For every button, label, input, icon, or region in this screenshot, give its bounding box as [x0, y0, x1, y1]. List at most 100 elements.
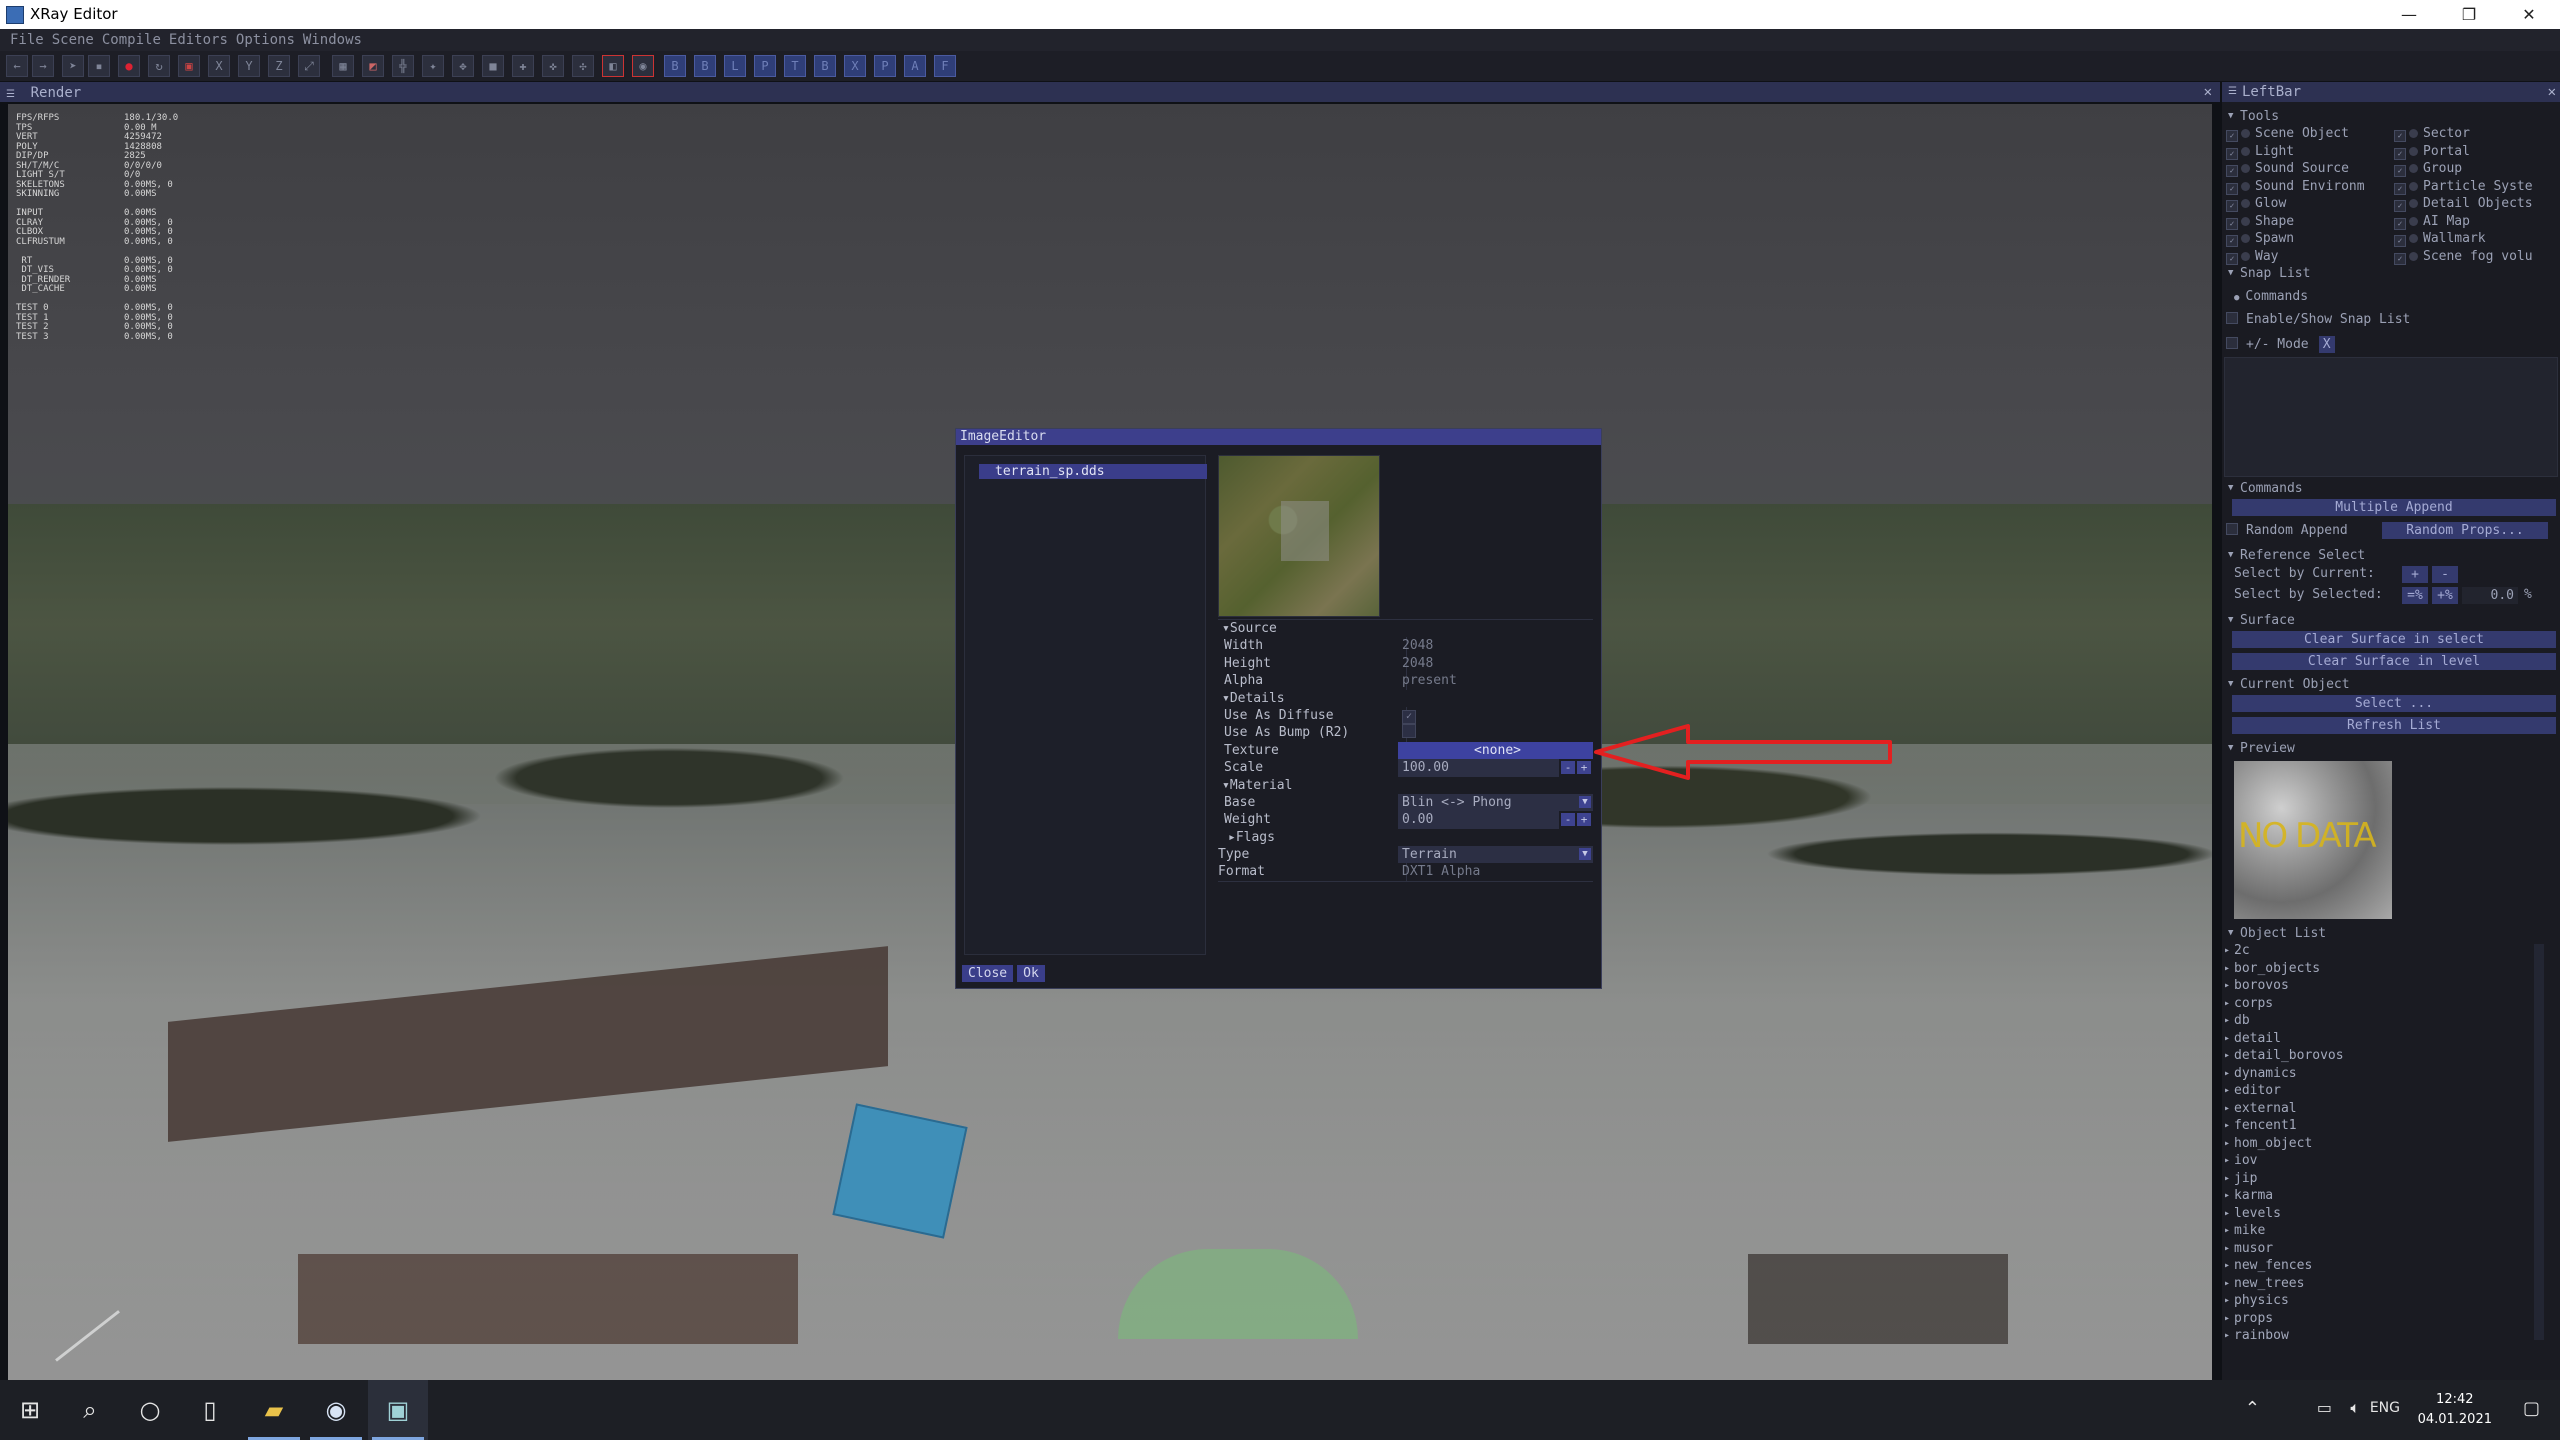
- close-button[interactable]: ✕: [2500, 0, 2558, 29]
- search-icon[interactable]: ⌕: [60, 1380, 120, 1440]
- radio-icon[interactable]: [2409, 164, 2418, 173]
- object-list-item[interactable]: borovos: [2224, 977, 2544, 995]
- panel-menu-icon[interactable]: ☰: [2228, 82, 2237, 102]
- tray-chevron-up-icon[interactable]: ⌃: [2245, 1398, 2260, 1419]
- section-details[interactable]: ▾Details: [1218, 690, 1285, 707]
- object-list-item[interactable]: jip: [2224, 1170, 2544, 1188]
- menu-compile[interactable]: Compile: [98, 29, 165, 51]
- xray-editor-task-icon[interactable]: ▣: [368, 1380, 428, 1440]
- tool-item[interactable]: ✓ Glow: [2226, 195, 2286, 212]
- object-list-item[interactable]: fencent1: [2224, 1117, 2544, 1135]
- enable-snap-checkbox[interactable]: Enable/Show Snap List: [2222, 311, 2560, 328]
- volume-icon[interactable]: 🔈︎: [2350, 1398, 2360, 1418]
- axis-x-icon[interactable]: X: [208, 55, 230, 77]
- checkbox-icon[interactable]: ✓: [2394, 130, 2406, 142]
- radio-icon[interactable]: [2409, 234, 2418, 243]
- checkbox-icon[interactable]: ✓: [2226, 130, 2238, 142]
- checkbox-icon[interactable]: ✓: [2226, 147, 2238, 160]
- random-props-button[interactable]: Random Props...: [2382, 522, 2548, 539]
- task-view-icon[interactable]: ▯: [180, 1380, 240, 1440]
- object-list-item[interactable]: hom_object: [2224, 1135, 2544, 1153]
- scale-icon[interactable]: ▣: [178, 55, 200, 77]
- menu-scene[interactable]: Scene: [48, 29, 98, 51]
- object-list-item[interactable]: physics: [2224, 1292, 2544, 1310]
- image-file-item[interactable]: terrain_sp.dds: [979, 464, 1207, 479]
- commands-radio[interactable]: ● Commands: [2222, 288, 2560, 307]
- checkbox-icon[interactable]: ✓: [2226, 182, 2238, 195]
- use-bump-checkbox[interactable]: [1402, 724, 1416, 739]
- use-diffuse-checkbox[interactable]: ✓: [1402, 709, 1416, 724]
- radio-icon[interactable]: [2241, 234, 2250, 243]
- toolbar-a-button[interactable]: A: [904, 55, 926, 77]
- pan-icon[interactable]: ✜: [542, 55, 564, 77]
- snap-object-icon[interactable]: ◩: [362, 55, 384, 77]
- toolbar-x-button[interactable]: X: [844, 55, 866, 77]
- ok-button[interactable]: Ok: [1017, 965, 1045, 982]
- radio-icon[interactable]: [2241, 181, 2250, 191]
- select-pct-minus-button[interactable]: =%: [2402, 587, 2428, 604]
- tool-item[interactable]: ✓ Light: [2226, 143, 2294, 160]
- section-object-list[interactable]: Object List: [2222, 925, 2560, 942]
- tool-item[interactable]: ✓ Way: [2226, 248, 2278, 265]
- checkbox-icon[interactable]: ✓: [2394, 235, 2406, 247]
- scale-plus-button[interactable]: +: [1577, 761, 1591, 775]
- radio-icon[interactable]: [2409, 146, 2418, 156]
- object-list-item[interactable]: db: [2224, 1012, 2544, 1030]
- scale-input[interactable]: 100.00: [1398, 759, 1559, 777]
- object-list-item[interactable]: new_fences: [2224, 1257, 2544, 1275]
- tool-item[interactable]: ✓ Detail Objects: [2394, 195, 2533, 212]
- menu-options[interactable]: Options: [232, 29, 299, 51]
- object-list-item[interactable]: karma: [2224, 1187, 2544, 1205]
- checkbox-icon[interactable]: ✓: [2394, 200, 2406, 212]
- section-flags[interactable]: ▸Flags: [1218, 829, 1275, 846]
- radio-icon[interactable]: [2241, 146, 2250, 156]
- select-current-minus-button[interactable]: -: [2432, 566, 2458, 583]
- file-explorer-icon[interactable]: ▰: [244, 1380, 304, 1440]
- snap-move-icon[interactable]: ✥: [452, 55, 474, 77]
- axis-z-icon[interactable]: Z: [268, 55, 290, 77]
- object-list-item[interactable]: external: [2224, 1100, 2544, 1118]
- clock[interactable]: 12:42 04.01.2021: [2418, 1390, 2492, 1430]
- checkbox-icon[interactable]: ✓: [2394, 217, 2406, 230]
- toolbar-b3-button[interactable]: B: [814, 55, 836, 77]
- tool-item[interactable]: ✓ Spawn: [2226, 230, 2294, 247]
- object-list-item[interactable]: detail_borovos: [2224, 1047, 2544, 1065]
- section-preview[interactable]: Preview: [2222, 740, 2560, 757]
- tool-item[interactable]: ✓ Shape: [2226, 213, 2294, 230]
- select-object-button[interactable]: Select ...: [2232, 695, 2556, 712]
- radio-icon[interactable]: [2409, 251, 2418, 261]
- chevron-down-icon[interactable]: ▼: [1579, 795, 1591, 808]
- radio-icon[interactable]: [2409, 199, 2418, 208]
- section-surface[interactable]: Surface: [2222, 612, 2560, 629]
- tool-item[interactable]: ✓ Group: [2394, 160, 2462, 177]
- tool-item[interactable]: ✓ Scene Object: [2226, 125, 2349, 142]
- tool-item[interactable]: ✓ Particle Syste: [2394, 178, 2533, 195]
- section-commands[interactable]: Commands: [2222, 480, 2560, 497]
- radio-icon[interactable]: [2241, 164, 2250, 173]
- rotate-icon[interactable]: ↻: [148, 55, 170, 77]
- radio-icon[interactable]: [2409, 181, 2418, 191]
- cube-icon[interactable]: ■: [482, 55, 504, 77]
- random-append-checkbox[interactable]: [2226, 523, 2238, 535]
- clear-surface-select-button[interactable]: Clear Surface in select: [2232, 631, 2556, 648]
- mode-checkbox[interactable]: [2226, 337, 2238, 349]
- section-snap-list[interactable]: Snap List: [2222, 265, 2560, 282]
- tool-item[interactable]: ✓ Sound Environm: [2226, 178, 2365, 195]
- object-list-item[interactable]: detail: [2224, 1030, 2544, 1048]
- tool-item[interactable]: ✓ Sound Source: [2226, 160, 2349, 177]
- toolbar-b2-button[interactable]: B: [694, 55, 716, 77]
- radio-icon[interactable]: [2409, 129, 2418, 138]
- tool-item[interactable]: ✓ Scene fog volu: [2394, 248, 2533, 265]
- radio-icon[interactable]: [2241, 129, 2250, 138]
- weight-plus-button[interactable]: +: [1577, 813, 1591, 827]
- object-list-item[interactable]: levels: [2224, 1205, 2544, 1223]
- checkbox-icon[interactable]: ✓: [2226, 235, 2238, 247]
- toolbar-b-button[interactable]: B: [664, 55, 686, 77]
- weight-input[interactable]: 0.00: [1398, 811, 1559, 829]
- scale-minus-button[interactable]: -: [1561, 761, 1575, 775]
- browser-icon[interactable]: ◉: [306, 1380, 366, 1440]
- checkbox-icon[interactable]: ✓: [2226, 252, 2238, 265]
- menu-file[interactable]: File: [6, 29, 48, 51]
- record-icon[interactable]: ●: [118, 55, 140, 77]
- toolbar-p2-button[interactable]: P: [874, 55, 896, 77]
